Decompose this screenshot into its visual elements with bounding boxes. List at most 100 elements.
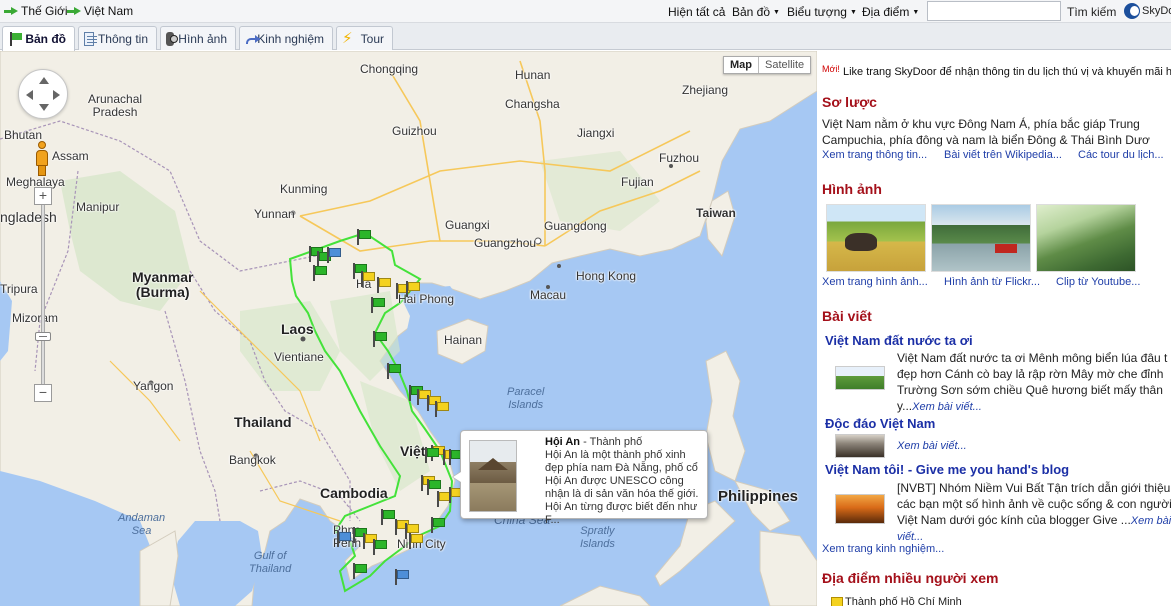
map-type-map-button[interactable]: Map <box>724 57 759 73</box>
pan-down-icon[interactable] <box>39 104 49 111</box>
brand-logo[interactable]: SkyDo <box>1124 3 1171 19</box>
green-flag-marker[interactable] <box>372 331 387 347</box>
photo-hoan-kiem-lake[interactable] <box>931 204 1031 272</box>
green-flag-marker[interactable] <box>352 563 367 579</box>
zoom-slider-thumb[interactable] <box>35 332 51 341</box>
map-type-satellite-button[interactable]: Satellite <box>759 57 810 73</box>
tab-images[interactable]: Hình ảnh <box>160 26 236 50</box>
search-input[interactable] <box>927 1 1061 21</box>
green-flag-marker[interactable] <box>356 229 371 245</box>
green-flag-marker[interactable] <box>370 297 385 313</box>
view-info-page-link[interactable]: Xem trang thông tin... <box>822 149 927 161</box>
pan-control[interactable] <box>18 69 68 119</box>
green-flag-marker[interactable] <box>430 517 445 533</box>
popular-place-label: Thành phố Hồ Chí Minh <box>845 596 962 606</box>
youtube-clips-link[interactable]: Clip từ Youtube... <box>1056 276 1140 288</box>
map-label-kunming: Kunming <box>280 182 328 196</box>
map-canvas[interactable]: Bhutan Assam Meghalaya ngladesh Manipur … <box>0 51 817 606</box>
document-icon <box>84 31 97 46</box>
tab-map[interactable]: Bản đồ <box>2 26 75 51</box>
article-3-read-more[interactable]: Xem bài <box>1131 515 1171 527</box>
article-thumbnail-1[interactable] <box>835 366 885 390</box>
article-title-3[interactable]: Việt Nam tôi! - Give me you hand's blog <box>825 462 1069 477</box>
breadcrumb-vietnam[interactable]: Việt Nam <box>67 4 133 18</box>
map-label-guangxi: Guangxi <box>445 218 490 232</box>
map-label-changsha: Changsha <box>505 97 560 111</box>
map-label-laos: Laos <box>281 321 314 337</box>
lightning-icon <box>342 29 357 47</box>
notice-text: Like trang SkyDoor để nhận thông tin du … <box>842 66 1171 78</box>
view-experience-link[interactable]: Xem trang kinh nghiệm... <box>822 543 944 555</box>
map-label-vietnam: Việt <box>400 443 426 459</box>
map-label-thailand: Thailand <box>234 414 292 430</box>
article-title-2[interactable]: Độc đáo Việt Nam <box>825 416 935 431</box>
blue-flag-marker[interactable] <box>336 531 351 547</box>
green-flag-marker[interactable] <box>372 539 387 555</box>
pegman-head <box>38 141 46 149</box>
article-2-read-more[interactable]: Xem bài viết... <box>897 440 967 452</box>
zoom-out-button[interactable]: − <box>34 384 52 402</box>
yellow-flag-marker[interactable] <box>434 401 449 417</box>
top-bar: Thế Giới Việt Nam Hiện tất cả Bản đồ ▼ Bi… <box>0 0 1171 23</box>
green-flag-marker[interactable] <box>312 265 327 281</box>
popular-place-item[interactable]: Thành phố Hồ Chí Minh <box>831 596 962 606</box>
yellow-flag-marker[interactable] <box>376 277 391 293</box>
article-1-read-more[interactable]: Xem bài viết... <box>912 401 982 413</box>
yellow-flag-marker[interactable] <box>360 271 375 287</box>
yellow-flag-icon <box>831 596 843 606</box>
blue-flag-marker[interactable] <box>326 247 341 263</box>
map-label-yunnan: Yunnan <box>254 207 295 221</box>
tab-bar: Bản đồ Thông tin Hình ảnh Kinh nghiệm To… <box>0 23 1171 51</box>
tours-link[interactable]: Các tour du lịch... <box>1078 149 1164 161</box>
map-label-hainan: Hainan <box>444 333 483 347</box>
green-flag-marker[interactable] <box>380 509 395 525</box>
places-menu[interactable]: Địa điểm ▼ <box>862 5 919 19</box>
info-place-type: - Thành phố <box>580 436 643 448</box>
yellow-flag-marker[interactable] <box>405 281 420 297</box>
article-thumbnail-2[interactable] <box>835 434 885 458</box>
breadcrumb-world[interactable]: Thế Giới <box>4 4 68 18</box>
facebook-notice[interactable]: Mới! Like trang SkyDoor để nhận thông ti… <box>822 64 1171 78</box>
pan-left-icon[interactable] <box>26 90 33 100</box>
breadcrumb-vietnam-label: Việt Nam <box>84 4 134 18</box>
map-label-bangkok: Bangkok <box>229 453 276 467</box>
street-view-pegman-icon[interactable] <box>34 141 50 177</box>
zoom-slider-track[interactable] <box>41 196 45 392</box>
map-label-chongqing: Chongqing <box>360 62 419 76</box>
tab-tour[interactable]: Tour <box>336 26 393 50</box>
map-label-manipur: Manipur <box>76 200 120 214</box>
map-label-yangon: Yangon <box>133 379 174 393</box>
article-title-1[interactable]: Việt Nam đất nước ta ơi <box>825 333 973 348</box>
search-button[interactable]: Tìm kiếm <box>1067 5 1116 19</box>
yellow-flag-marker[interactable] <box>408 533 423 549</box>
info-window: Hội An - Thành phố Hội An là một thành p… <box>452 430 708 526</box>
pan-up-icon[interactable] <box>39 77 49 84</box>
show-all-link[interactable]: Hiện tất cả <box>668 5 725 19</box>
map-label-guangdong: Guangdong <box>544 219 607 233</box>
map-label-gulf-thailand: Gulf of Thailand <box>249 550 292 575</box>
flickr-images-link[interactable]: Hình ảnh từ Flickr... <box>944 276 1040 288</box>
hoi-an-thumbnail[interactable] <box>469 440 517 512</box>
map-menu[interactable]: Bản đồ ▼ <box>732 5 780 19</box>
breadcrumb-world-label: Thế Giới <box>21 4 68 18</box>
green-flag-marker[interactable] <box>386 363 401 379</box>
photo-mountain-valley[interactable] <box>1036 204 1136 272</box>
photo-buffalo-rice-field[interactable] <box>826 204 926 272</box>
symbols-menu[interactable]: Biểu tượng ▼ <box>787 5 857 19</box>
map-label-mizoram: Mizoram <box>12 311 59 325</box>
zoom-in-button[interactable]: + <box>34 187 52 205</box>
wikipedia-link[interactable]: Bài viết trên Wikipedia... <box>944 149 1062 161</box>
info-place-name[interactable]: Hội An <box>545 436 580 448</box>
article-thumbnail-3[interactable] <box>835 494 885 524</box>
map-menu-label: Bản đồ <box>732 5 771 19</box>
map-label-arunachal: Arunachal Pradesh <box>88 92 143 119</box>
pan-right-icon[interactable] <box>53 90 60 100</box>
green-flag-icon <box>8 32 23 46</box>
green-flag-marker[interactable] <box>424 447 439 463</box>
map-label-fuzhou: Fuzhou <box>659 151 700 165</box>
tab-info[interactable]: Thông tin <box>78 26 157 50</box>
article-3-line-2: các bạn một số hình ảnh về cuộc sống & c… <box>897 497 1171 511</box>
blue-flag-marker[interactable] <box>394 569 409 585</box>
view-images-link[interactable]: Xem trang hình ảnh... <box>822 276 928 288</box>
tab-experience[interactable]: Kinh nghiệm <box>239 26 333 50</box>
